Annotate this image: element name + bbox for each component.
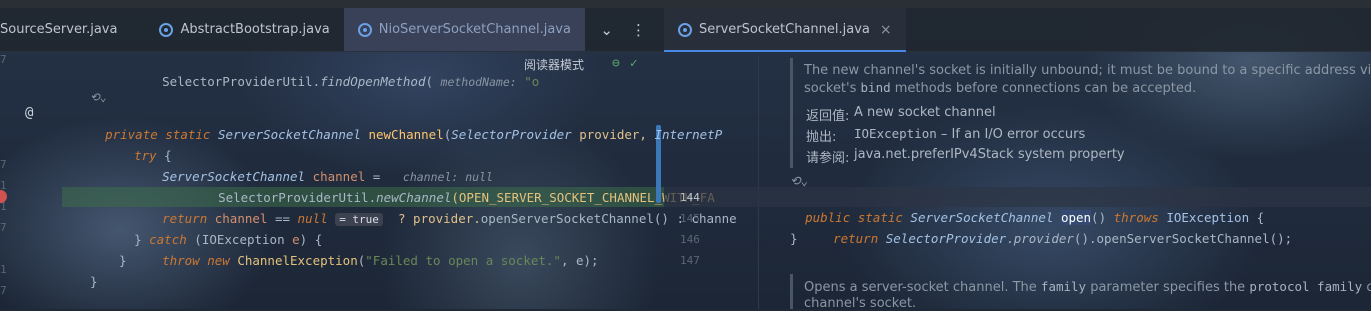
code-line[interactable]: SelectorProviderUtil.newChannel(OPEN_SER… [203,166,715,205]
code-token: findOpenMethod [320,74,426,89]
code-token: ? provider. [382,211,481,226]
doc-fragment: parameter specifies the [1086,280,1250,295]
code-token: (); [1269,231,1293,246]
doc-comment-bar [790,274,793,309]
code-line[interactable]: return channel == null = true ? provider… [147,187,737,226]
code-line[interactable]: throw new ChannelException("Failed to op… [147,229,599,268]
tab-tools: ⌄ ⋮ [600,8,664,51]
doc-link[interactable]: IOException [854,126,937,141]
code-token: newChannel [368,127,444,142]
code-line[interactable]: } [790,228,798,249]
doc-see-label: 请参阅: [806,151,850,166]
code-token: InternetP [654,127,723,142]
doc-returns-label: 返回值: [806,109,850,124]
window-top-strip [0,0,1371,8]
code-line[interactable]: public static ServerSocketChannel open()… [790,186,1264,225]
override-at-icon[interactable]: @ [25,105,33,121]
java-class-icon [678,22,692,37]
tab-label: SourceServer.java [0,22,118,37]
code-token: openServerSocketChannel [480,211,654,226]
code-token: openServerSocketChannel [1096,231,1270,246]
code-token: ServerSocketChannel [217,127,369,142]
code-token: . [1006,231,1014,246]
left-tab-bar: SourceServer.java AbstractBootstrap.java… [0,8,664,52]
left-gutter: 7 7 1 1 7 1 7 [0,51,62,309]
line-number: 147 [680,254,700,267]
java-class-icon [159,22,174,37]
code-token: , e); [560,253,599,268]
more-vertical-icon[interactable]: ⋮ [631,21,646,39]
line-number: 144 [680,191,700,204]
code-line[interactable]: } [119,250,127,271]
doc-fragment: methods before connections can be accept… [890,81,1197,96]
code-line[interactable]: return SelectorProvider.provider().openS… [818,207,1292,246]
doc-text: Opens a server-socket channel. The famil… [804,279,1371,295]
doc-throws-value: IOException – If an I/O error occurs [854,126,1085,142]
code-token: "o [516,74,540,89]
inspection-ok-icon[interactable]: ⊖✓ [612,56,648,71]
code-token: SelectorProvider [885,231,1007,246]
doc-code: family [1040,279,1087,294]
code-line[interactable]: private static ServerSocketChannel newCh… [90,103,722,142]
code-line[interactable]: SelectorProviderUtil.findOpenMethod( met… [147,50,539,89]
code-token: SelectorProvider [451,127,572,142]
code-token: SelectorProviderUtil. [162,74,321,89]
right-tab-bar: ServerSocketChannel.java × [664,8,1371,52]
line-number: 146 [680,233,700,246]
doc-throws-label: 抛出: [806,130,837,145]
doc-fragment: Opens a server-socket channel. The [804,280,1041,295]
code-token: ChannelException [237,253,358,268]
doc-fragment: socket's [804,81,861,96]
right-gutter-divider [758,56,759,309]
code-line[interactable]: } [90,271,98,292]
line-number: 7 [0,53,7,66]
line-number: 7 [0,284,7,297]
doc-fragment: – If an I/O error occurs [936,127,1086,142]
doc-returns-value: A new socket channel [854,105,996,120]
parameter-hint: methodName: [440,75,517,89]
line-number: 7 [0,158,7,171]
tab-serversocketchannel[interactable]: ServerSocketChannel.java × [664,8,906,52]
code-token: "Failed to open a socket." [365,253,561,268]
code-line[interactable]: ServerSocketChannel channel = channel: n… [147,145,493,184]
tab-nioserversocketchannel[interactable]: NioServerSocketChannel.java [343,8,585,51]
tab-label: ServerSocketChannel.java [699,22,870,37]
code-token: ( [425,74,441,89]
code-token: provider [1013,231,1074,246]
code-token: (). [1073,231,1097,246]
inline-value-hint: = true [335,213,383,226]
line-number: 145 [680,212,700,225]
java-class-icon [357,22,372,37]
code-token: throw new [162,253,238,268]
code-line[interactable]: } catch (IOException e) { [119,208,322,247]
tab-abstractbootstrap[interactable]: AbstractBootstrap.java [131,8,343,51]
code-token: provider, [571,127,655,142]
doc-text: The new channel's socket is initially un… [804,63,1371,78]
tab-label: NioServerSocketChannel.java [378,22,571,37]
code-line[interactable]: try { [119,124,172,163]
tab-label: AbstractBootstrap.java [180,22,330,37]
doc-code: bind [860,80,891,95]
chevron-down-icon[interactable]: ⌄ [600,21,613,39]
reader-mode-toggle[interactable]: 阅读器模式 [524,56,584,73]
close-icon[interactable]: × [880,22,892,38]
doc-comment-bar [790,58,793,168]
doc-code: protocol family [1249,279,1363,294]
tab-sourceserver[interactable]: SourceServer.java [0,8,131,51]
line-number: 7 [0,221,7,234]
doc-see-link[interactable]: java.net.preferIPv4Stack system property [854,147,1125,162]
code-token: return [833,231,886,246]
line-number: 1 [0,263,7,276]
doc-text: socket's bind methods before connections… [804,80,1196,96]
doc-fragment: of th [1366,280,1371,295]
